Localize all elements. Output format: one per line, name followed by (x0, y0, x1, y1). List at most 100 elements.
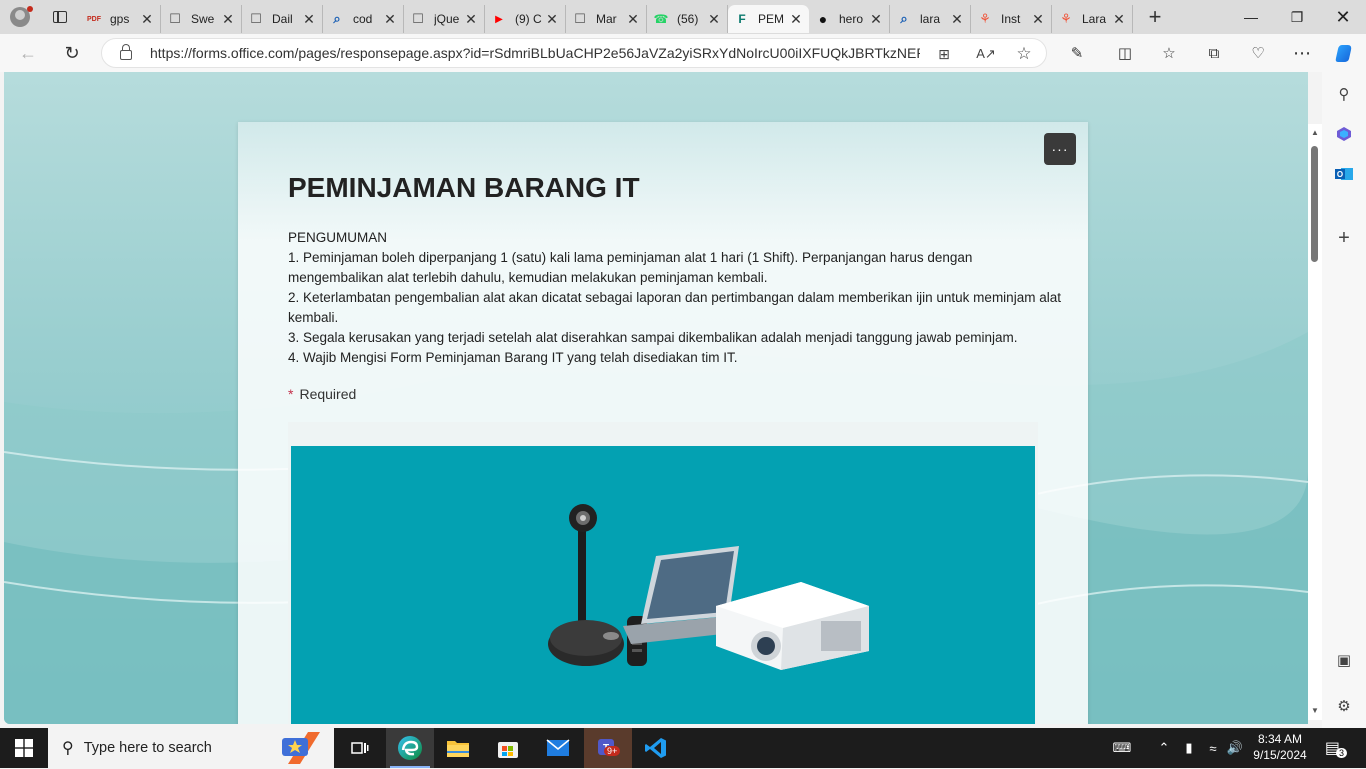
browser-essentials-icon[interactable]: ♡ (1246, 42, 1270, 64)
task-view-button[interactable] (336, 728, 384, 768)
favorites-icon[interactable]: ☆ (1157, 42, 1181, 64)
taskbar-clock[interactable]: 8:34 AM 9/15/2024 (1248, 731, 1312, 763)
page-icon: ☐ (574, 11, 586, 26)
sidebar-settings-icon[interactable]: ⚙ (1332, 694, 1356, 718)
new-tab-button[interactable]: + (1133, 4, 1177, 30)
tab-close-icon[interactable]: ✕ (545, 11, 559, 28)
notification-center-button[interactable]: ▤ 3 (1318, 728, 1358, 768)
form-description: PENGUMUMAN 1. Peminjaman boleh diperpanj… (288, 228, 1068, 368)
sidebar-screenshot-icon[interactable]: ▣ (1332, 648, 1356, 672)
tab-label: hero (839, 12, 864, 26)
settings-more-icon[interactable]: ⋯ (1290, 42, 1314, 64)
sidebar-add-icon[interactable]: + (1332, 226, 1356, 250)
search-highlight-icon[interactable] (280, 732, 320, 764)
tab-label: Lara (1082, 12, 1107, 26)
browser-tab[interactable]: ☐ jQue ✕ (404, 5, 485, 33)
tray-battery-icon[interactable]: ▮ (1178, 728, 1200, 768)
browser-tab[interactable]: ⚘ Inst ✕ (971, 5, 1052, 33)
tab-label: (9) C (515, 12, 542, 26)
tab-close-icon[interactable]: ✕ (626, 11, 640, 28)
address-bar[interactable]: https://forms.office.com/pages/responsep… (101, 38, 1047, 68)
close-window-button[interactable]: ✕ (1320, 0, 1366, 34)
tab-label: Mar (596, 12, 617, 26)
scroll-down-icon[interactable]: ▼ (1310, 706, 1320, 715)
more-options-button[interactable]: ··· (1044, 133, 1076, 165)
sidebar-outlook-icon[interactable]: O (1332, 162, 1356, 186)
tab-close-icon[interactable]: ✕ (302, 11, 316, 28)
page-scrollbar[interactable]: ▲ ▼ (1308, 124, 1322, 720)
windows-taskbar: ⚲ Type here to search T 9+ ⌨ ⌃ ▮ ≈ 🔊 8:3… (0, 728, 1366, 768)
scroll-up-icon[interactable]: ▲ (1310, 128, 1320, 137)
search-icon: ⚲ (62, 740, 74, 757)
browser-tab[interactable]: ● hero ✕ (809, 5, 890, 33)
whatsapp-icon: ☎ (653, 12, 669, 26)
sidebar-copilot-icon[interactable] (1332, 122, 1356, 146)
browser-tab[interactable]: ⚘ Lara ✕ (1052, 5, 1133, 33)
page-icon: ☐ (169, 11, 181, 26)
tab-label: Dail (272, 12, 293, 26)
taskbar-edge-icon[interactable] (386, 728, 434, 768)
taskbar-search[interactable]: ⚲ Type here to search (48, 728, 334, 768)
tab-close-icon[interactable]: ✕ (464, 11, 478, 28)
lock-icon (120, 44, 132, 60)
minimize-button[interactable]: — (1228, 0, 1274, 34)
scroll-thumb[interactable] (1311, 146, 1318, 262)
refresh-button[interactable]: ↻ (52, 34, 92, 72)
tray-volume-icon[interactable]: 🔊 (1224, 728, 1246, 768)
taskbar-mail-icon[interactable] (534, 728, 582, 768)
form-title: PEMINJAMAN BARANG IT (288, 172, 640, 203)
forms-icon: F (738, 12, 746, 26)
extensions-icon[interactable]: ✎ (1065, 42, 1089, 64)
tab-close-icon[interactable]: ✕ (789, 11, 803, 28)
laravel-icon: ⚘ (979, 11, 991, 26)
tab-close-icon[interactable]: ✕ (383, 11, 397, 28)
collections-icon[interactable]: ⧉ (1202, 42, 1226, 64)
browser-tab[interactable]: ⌕ cod ✕ (323, 5, 404, 33)
taskbar-vscode-icon[interactable] (632, 728, 680, 768)
taskbar-file-explorer-icon[interactable] (434, 728, 482, 768)
tab-close-icon[interactable]: ✕ (869, 11, 883, 28)
browser-tab[interactable]: ☎ (56) ✕ (647, 5, 728, 33)
profile-button[interactable] (0, 0, 40, 34)
tab-label: Swe (191, 12, 215, 26)
browser-tab[interactable]: ☐ Mar ✕ (566, 5, 647, 33)
page-icon: ☐ (250, 11, 262, 26)
tray-chevron-up-icon[interactable]: ⌃ (1154, 728, 1174, 768)
taskbar-teams-icon[interactable]: T 9+ (584, 728, 632, 768)
tab-close-icon[interactable]: ✕ (1031, 11, 1045, 28)
browser-tab[interactable]: F PEM ✕ (728, 5, 809, 33)
taskbar-store-icon[interactable] (484, 728, 532, 768)
browser-tab[interactable]: ☐ Swe ✕ (161, 5, 242, 33)
start-button[interactable] (0, 728, 48, 768)
tab-label: Inst (1001, 12, 1021, 26)
edge-sidebar: ⚲ O + ▣ ⚙ (1322, 72, 1366, 728)
laravel-icon: ⚘ (1060, 11, 1072, 26)
github-icon: ● (818, 11, 828, 27)
browser-tab[interactable]: ☐ Dail ✕ (242, 5, 323, 33)
search-icon: ⌕ (900, 11, 908, 26)
tab-close-icon[interactable]: ✕ (1112, 11, 1126, 28)
tab-close-icon[interactable]: ✕ (707, 11, 721, 28)
description-line: 2. Keterlambatan pengembalian alat akan … (288, 290, 1061, 325)
sidebar-search-icon[interactable]: ⚲ (1332, 82, 1356, 106)
split-screen-icon[interactable]: ◫ (1113, 42, 1137, 64)
url-text[interactable]: https://forms.office.com/pages/responsep… (150, 45, 920, 61)
tab-label: (56) (677, 12, 699, 26)
tray-keyboard-icon[interactable]: ⌨ (1108, 728, 1136, 768)
read-aloud-icon[interactable]: A↗ (976, 44, 996, 64)
tab-close-icon[interactable]: ✕ (950, 11, 964, 28)
app-available-icon[interactable]: ⊞ (934, 44, 954, 64)
tab-actions-button[interactable] (40, 0, 80, 34)
restore-button[interactable]: ❐ (1274, 0, 1320, 34)
required-note: * Required (288, 386, 356, 402)
copilot-icon[interactable] (1332, 42, 1356, 64)
tab-close-icon[interactable]: ✕ (140, 11, 154, 28)
browser-tab[interactable]: ▶ (9) C ✕ (485, 5, 566, 33)
back-button[interactable]: ← (8, 34, 48, 72)
favorite-star-icon[interactable]: ☆ (1014, 44, 1034, 64)
browser-tab[interactable]: ⌕ lara ✕ (890, 5, 971, 33)
tab-close-icon[interactable]: ✕ (221, 11, 235, 28)
tab-label: lara (920, 12, 941, 26)
browser-tab[interactable]: PDF gps ✕ (80, 5, 161, 33)
tray-wifi-icon[interactable]: ≈ (1202, 728, 1224, 768)
